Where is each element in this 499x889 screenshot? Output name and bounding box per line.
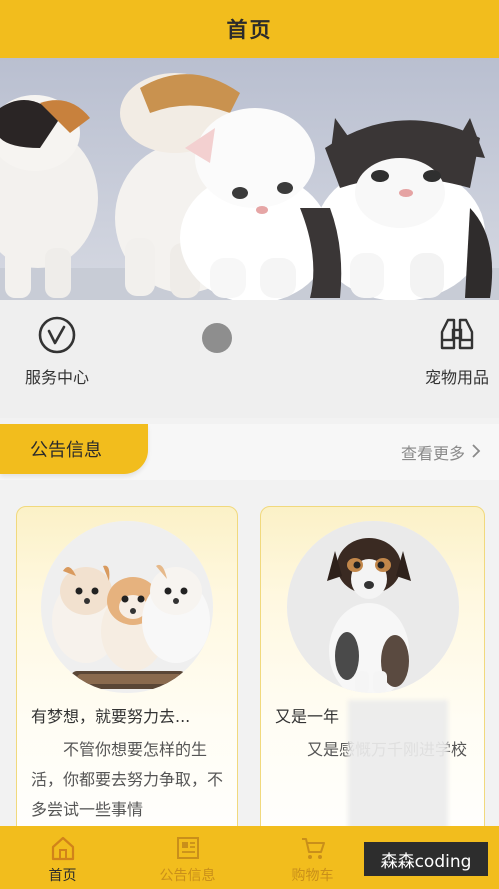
notice-card-body: 不管你想要怎样的生活，你都要去努力争取，不多尝试一些事情 — [31, 740, 224, 819]
blur-overlay — [348, 700, 448, 830]
quick-link-label: 服务中心 — [24, 368, 89, 387]
tab-cart[interactable]: 购物车 — [250, 826, 375, 889]
notice-tab: 公告信息 — [0, 424, 148, 474]
view-more-label: 查看更多 — [400, 444, 465, 463]
quick-link-label: 宠物用品 — [424, 368, 489, 387]
carousel-indicator-dot[interactable] — [202, 323, 232, 353]
view-more-link[interactable]: 查看更多 — [401, 440, 481, 464]
notice-title: 公告信息 — [30, 440, 102, 461]
binoculars-icon — [436, 314, 478, 356]
watermark-label: 森森coding — [364, 842, 488, 876]
cart-icon — [299, 834, 327, 862]
tab-label: 购物车 — [291, 868, 334, 884]
puppies-photo — [41, 521, 213, 693]
page-title: 首页 — [226, 18, 273, 42]
tab-label: 首页 — [48, 868, 77, 884]
banner-carousel[interactable] — [0, 58, 499, 300]
puppy-photo — [286, 521, 459, 693]
app-screen: 首页 服务中心 宠物用品 公告信息 查看更多 有梦想，就要努力去... 不管你想… — [0, 0, 499, 889]
header-bar: 首页 — [0, 0, 499, 58]
notice-section-header: 公告信息 查看更多 — [0, 424, 499, 480]
kittens-photo — [0, 58, 499, 300]
tab-label: 公告信息 — [159, 868, 216, 884]
home-icon — [49, 834, 77, 862]
clock-check-icon — [36, 314, 78, 356]
newspaper-icon — [174, 834, 202, 862]
tab-notice[interactable]: 公告信息 — [125, 826, 250, 889]
quick-link-service-center[interactable]: 服务中心 — [0, 314, 117, 388]
notice-card-title: 有梦想，就要努力去... — [31, 707, 191, 726]
tab-home[interactable]: 首页 — [0, 826, 125, 889]
notice-card[interactable]: 有梦想，就要努力去... 不管你想要怎样的生活，你都要去努力争取，不多尝试一些事… — [16, 506, 238, 866]
quick-links-panel: 服务中心 宠物用品 — [0, 300, 499, 418]
quick-link-pet-supplies[interactable]: 宠物用品 — [397, 314, 499, 388]
chevron-right-icon — [471, 443, 481, 462]
